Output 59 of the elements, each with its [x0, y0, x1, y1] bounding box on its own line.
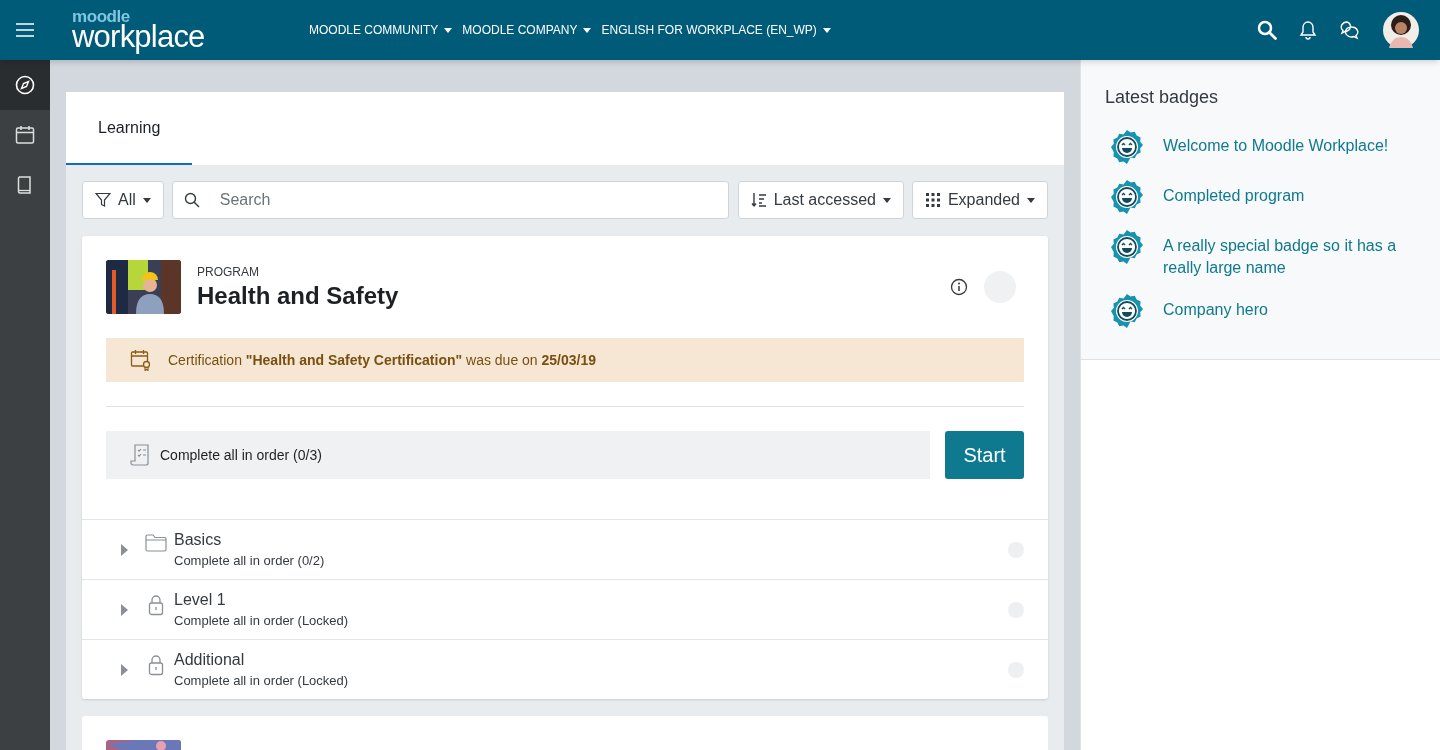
expand-toggle[interactable]	[118, 603, 130, 616]
calendar-award-icon	[130, 349, 152, 371]
search-icon[interactable]	[1257, 20, 1277, 40]
item-title[interactable]: Additional	[174, 648, 349, 671]
sort-icon	[750, 192, 767, 208]
logo: moodle workplace	[72, 8, 206, 52]
nav-menu[interactable]: MOODLE COMMUNITY	[309, 21, 453, 39]
menu-icon	[16, 23, 34, 37]
badge-link[interactable]: Company hero	[1163, 299, 1413, 321]
program-title: Health and Safety	[197, 281, 399, 311]
filter-dropdown[interactable]: All	[82, 181, 164, 219]
smiley-badge-icon	[1109, 229, 1145, 265]
item-subtitle: Complete all in order (0/2)	[174, 551, 325, 570]
compass-icon	[15, 75, 35, 95]
caret-icon	[822, 27, 831, 33]
calendar-icon	[15, 125, 35, 145]
caret-icon	[444, 27, 453, 33]
info-icon[interactable]	[950, 278, 968, 296]
lock-icon	[148, 594, 164, 616]
view-dropdown[interactable]: Expanded	[911, 181, 1048, 219]
tab[interactable]: Learning	[66, 92, 193, 165]
caret-icon	[120, 543, 128, 556]
start-button[interactable]: Start	[945, 431, 1024, 479]
bell-icon[interactable]	[1299, 20, 1317, 40]
badge-link[interactable]: Completed program	[1163, 185, 1413, 207]
sort-dropdown[interactable]: Last accessed	[737, 181, 904, 219]
caret-icon	[120, 663, 128, 676]
nav-menu[interactable]: ENGLISH FOR WORKPLACE (EN_WP)	[601, 21, 831, 39]
smiley-badge-icon	[1109, 179, 1145, 215]
caret-icon	[583, 27, 592, 33]
caret-icon	[120, 603, 128, 616]
filter-icon	[95, 192, 111, 208]
expand-toggle[interactable]	[118, 663, 130, 676]
smiley-badge-icon	[1109, 129, 1145, 165]
item-title[interactable]: Basics	[174, 528, 325, 551]
badge-link[interactable]: Welcome to Moodle Workplace!	[1163, 135, 1413, 157]
completion-text: Complete all in order (0/3)	[160, 445, 322, 465]
search-field[interactable]: Search	[171, 181, 729, 219]
expand-toggle[interactable]	[118, 543, 130, 556]
caret-icon	[1027, 197, 1035, 203]
badge-link[interactable]: A really special badge so it has a really large name	[1163, 235, 1413, 279]
grid-icon	[924, 192, 941, 208]
nav-menu[interactable]: MOODLE COMPANY	[462, 21, 592, 39]
folder-icon	[145, 534, 167, 552]
smiley-badge-icon	[1109, 293, 1145, 329]
item-title[interactable]: Level 1	[174, 588, 349, 611]
search-icon	[183, 192, 200, 208]
program-type-label: PROGRAM	[197, 264, 260, 281]
item-subtitle: Complete all in order (Locked)	[174, 611, 349, 630]
alert-text: Certification "Health and Safety Certification" was due on 25/03/19	[168, 350, 597, 370]
chat-icon[interactable]	[1339, 20, 1361, 40]
checklist-icon	[130, 443, 152, 467]
avatar[interactable]	[1383, 12, 1419, 48]
item-subtitle: Complete all in order (Locked)	[174, 671, 349, 690]
rail-button[interactable]	[0, 60, 50, 110]
caret-icon	[142, 197, 151, 203]
caret-icon	[882, 197, 891, 203]
lock-icon	[148, 654, 164, 676]
badges-heading: Latest badges	[1105, 86, 1220, 109]
